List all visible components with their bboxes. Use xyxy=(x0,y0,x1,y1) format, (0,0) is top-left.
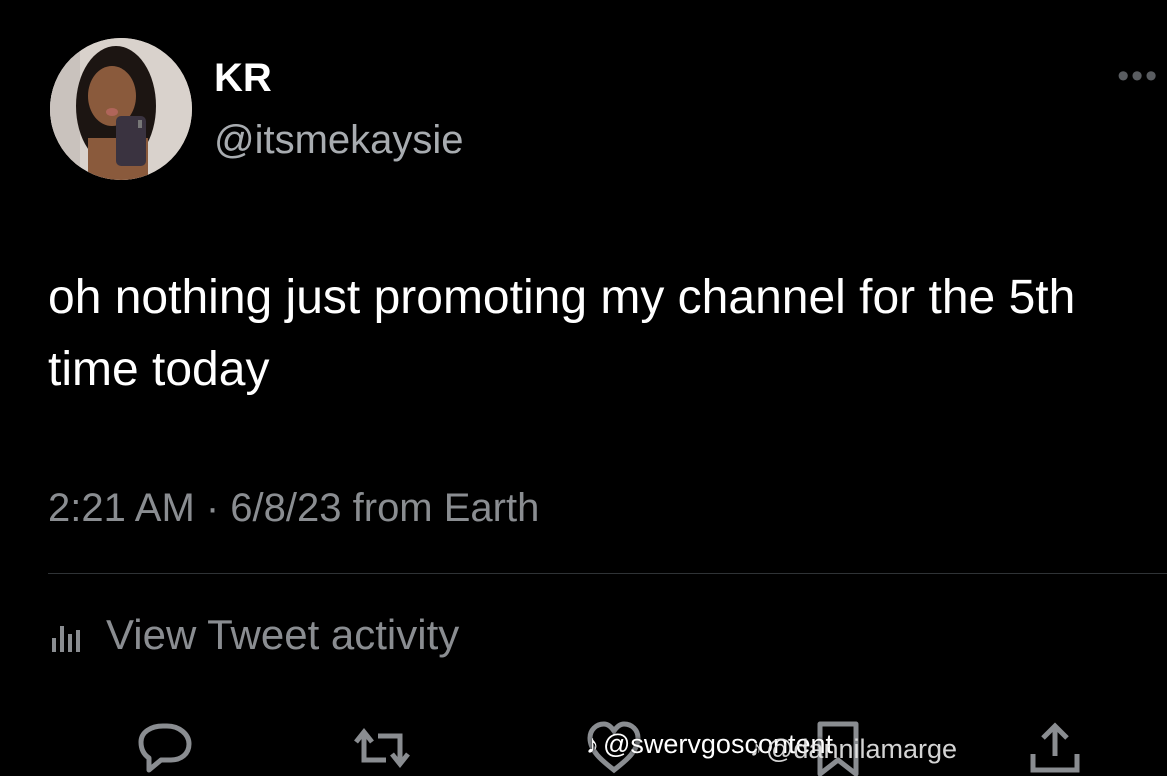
bar-chart-icon xyxy=(52,626,80,652)
more-horizontal-icon[interactable]: ••• xyxy=(1117,59,1159,93)
tiktok-icon: ♪ xyxy=(586,729,599,759)
tweet-text: oh nothing just promoting my channel for… xyxy=(48,271,1076,396)
author-avatar[interactable] xyxy=(50,38,192,180)
retweet-icon xyxy=(354,727,410,769)
author-handle[interactable]: @itsmekaysie xyxy=(214,118,464,162)
share-icon xyxy=(1030,722,1080,773)
share-button[interactable] xyxy=(1025,720,1085,776)
tiktok-icon: ♪ xyxy=(750,735,762,762)
tweet-timestamp[interactable]: 2:21 AM · 6/8/23 from Earth xyxy=(48,483,539,533)
tiktok-watermark-secondary: ♪ @dannilamarge xyxy=(750,731,957,767)
reply-button[interactable] xyxy=(135,720,195,776)
view-tweet-activity-label: View Tweet activity xyxy=(106,611,460,658)
author-name[interactable]: KR xyxy=(214,56,272,100)
retweet-button[interactable] xyxy=(352,720,412,776)
view-tweet-activity-link[interactable]: View Tweet activity xyxy=(48,610,459,660)
watermark-text: @dannilamarge xyxy=(766,734,958,764)
divider xyxy=(48,573,1167,574)
reply-bubble-icon xyxy=(138,723,192,773)
